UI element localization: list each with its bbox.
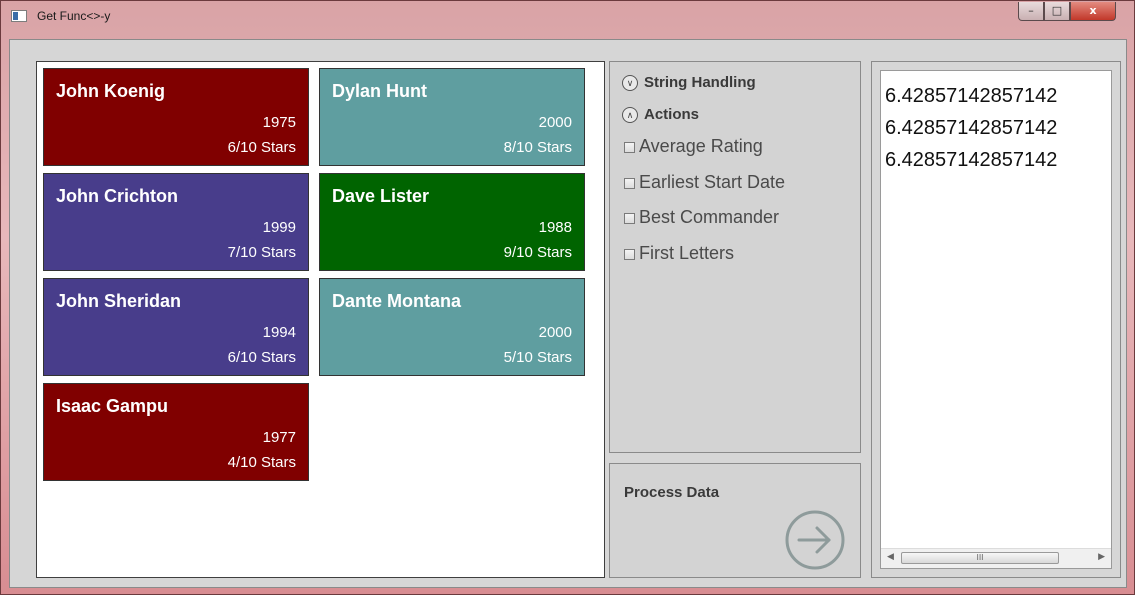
- card-stars: 9/10 Stars: [503, 244, 572, 261]
- card-year: 1977: [262, 429, 296, 446]
- checkbox-box[interactable]: [624, 177, 635, 189]
- chevron-up-circle-icon: ∧: [622, 107, 638, 124]
- checkbox-label: Best Commander: [639, 207, 780, 227]
- client-area: John Koenig 1975 6/10 Stars Dylan Hunt 2…: [9, 39, 1127, 588]
- chevron-down-circle-icon: ∨: [622, 75, 638, 92]
- card-year: 2000: [538, 324, 572, 341]
- scroll-right-icon[interactable]: ▶: [1098, 552, 1105, 562]
- process-data-label: Process Data: [624, 484, 720, 501]
- maximize-button[interactable]: □: [1044, 2, 1070, 21]
- card-year: 2000: [538, 114, 572, 131]
- commander-card[interactable]: John Crichton 1999 7/10 Stars: [43, 173, 309, 271]
- title-bar[interactable]: Get Func<>-y – □ x: [1, 1, 1134, 31]
- scroll-left-icon[interactable]: ◀: [887, 552, 894, 562]
- app-window: Get Func<>-y – □ x John Koenig 1975 6/10…: [0, 0, 1135, 595]
- card-stars: 6/10 Stars: [227, 349, 296, 366]
- average-rating-checkbox[interactable]: Average Rating: [624, 136, 763, 157]
- card-name: Dave Lister: [332, 186, 430, 206]
- card-name: Isaac Gampu: [56, 396, 169, 416]
- output-line: 6.42857142857142: [885, 117, 1058, 139]
- actions-label: Actions: [644, 106, 700, 123]
- output-line: 6.42857142857142: [885, 85, 1058, 107]
- output-panel: 6.42857142857142 6.42857142857142 6.4285…: [871, 61, 1121, 578]
- window-title: Get Func<>-y: [37, 9, 111, 23]
- best-commander-checkbox[interactable]: Best Commander: [624, 207, 779, 228]
- commander-card[interactable]: John Sheridan 1994 6/10 Stars: [43, 278, 309, 376]
- card-stars: 7/10 Stars: [227, 244, 296, 261]
- commander-card[interactable]: John Koenig 1975 6/10 Stars: [43, 68, 309, 166]
- output-line: 6.42857142857142: [885, 149, 1058, 171]
- card-name: John Crichton: [56, 186, 178, 206]
- card-year: 1999: [262, 219, 296, 236]
- commander-card[interactable]: Dante Montana 2000 5/10 Stars: [319, 278, 585, 376]
- close-button[interactable]: x: [1070, 2, 1116, 21]
- earliest-start-date-checkbox[interactable]: Earliest Start Date: [624, 172, 785, 193]
- horizontal-scrollbar[interactable]: ◀ III ▶: [881, 548, 1111, 568]
- card-year: 1975: [262, 114, 296, 131]
- string-handling-expander[interactable]: ∨ String Handling: [622, 74, 756, 92]
- options-panel: ∨ String Handling ∧ Actions Average Rating…: [609, 61, 861, 453]
- checkbox-label: First Letters: [639, 243, 735, 263]
- minimize-button[interactable]: –: [1018, 2, 1044, 21]
- card-name: John Koenig: [56, 81, 165, 101]
- card-stars: 5/10 Stars: [503, 349, 572, 366]
- string-handling-label: String Handling: [644, 74, 756, 91]
- app-icon: [11, 10, 27, 22]
- commander-cards-panel: John Koenig 1975 6/10 Stars Dylan Hunt 2…: [36, 61, 605, 578]
- checkbox-box[interactable]: [624, 212, 635, 224]
- scroll-thumb[interactable]: III: [901, 552, 1059, 564]
- output-textbox[interactable]: 6.42857142857142 6.42857142857142 6.4285…: [880, 70, 1112, 569]
- commander-card[interactable]: Dylan Hunt 2000 8/10 Stars: [319, 68, 585, 166]
- card-stars: 8/10 Stars: [503, 139, 572, 156]
- first-letters-checkbox[interactable]: First Letters: [624, 243, 734, 264]
- card-stars: 4/10 Stars: [227, 454, 296, 471]
- card-name: Dante Montana: [332, 291, 462, 311]
- card-year: 1988: [538, 219, 572, 236]
- checkbox-box[interactable]: [624, 248, 635, 260]
- commander-card[interactable]: Isaac Gampu 1977 4/10 Stars: [43, 383, 309, 481]
- arrow-right-circle-icon[interactable]: [784, 509, 846, 571]
- card-name: Dylan Hunt: [332, 81, 428, 101]
- card-name: John Sheridan: [56, 291, 182, 311]
- commander-card[interactable]: Dave Lister 1988 9/10 Stars: [319, 173, 585, 271]
- card-year: 1994: [262, 324, 296, 341]
- card-stars: 6/10 Stars: [227, 139, 296, 156]
- checkbox-label: Average Rating: [639, 136, 763, 156]
- checkbox-label: Earliest Start Date: [639, 172, 786, 192]
- checkbox-box[interactable]: [624, 141, 635, 153]
- process-data-panel: Process Data: [609, 463, 861, 578]
- actions-expander[interactable]: ∧ Actions: [622, 106, 700, 124]
